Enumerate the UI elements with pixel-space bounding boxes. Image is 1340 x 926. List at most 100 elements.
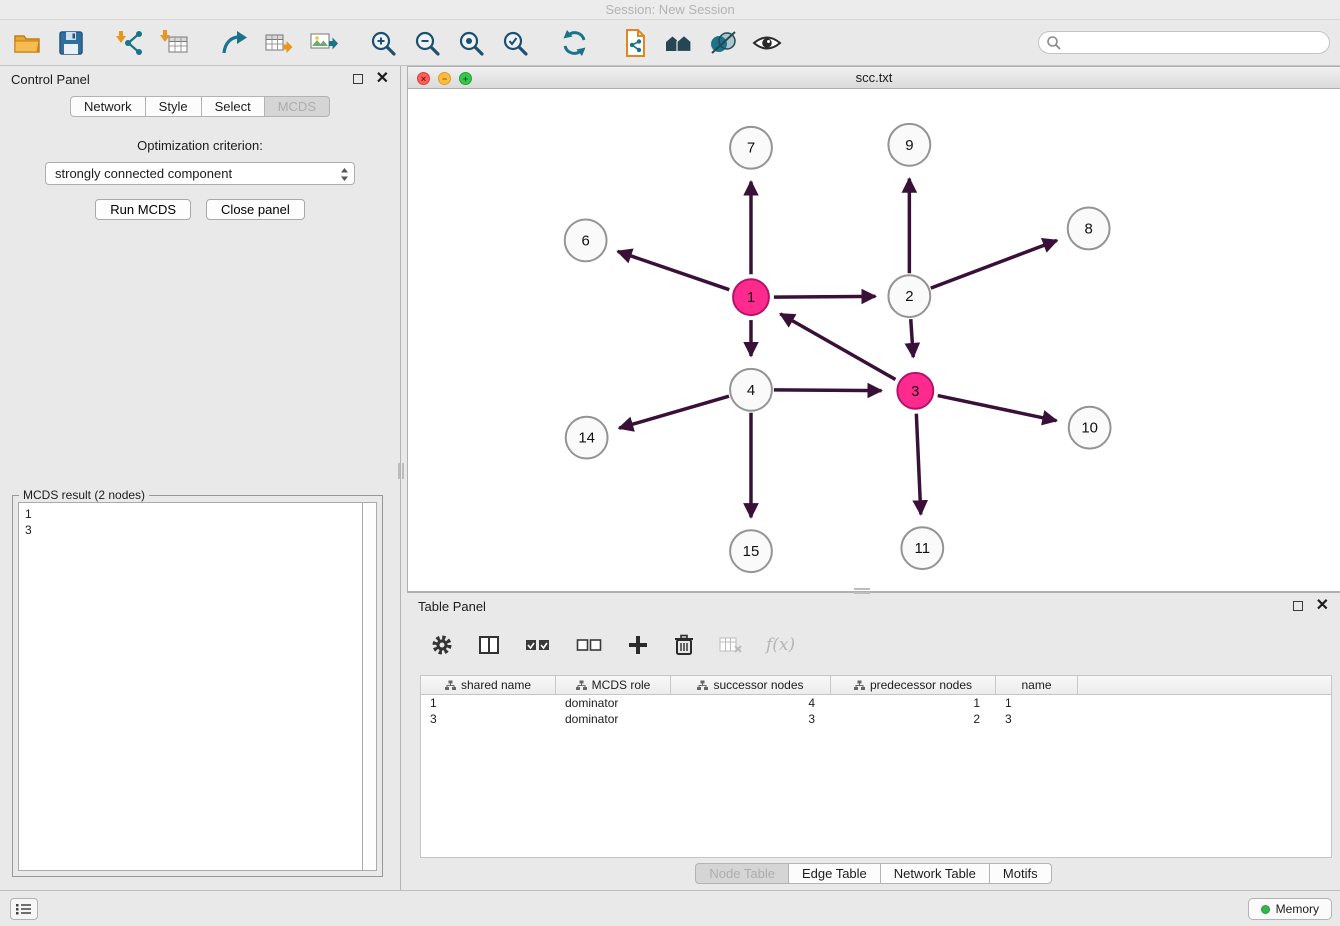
graph-node-6[interactable]: 6 (565, 219, 607, 261)
network-window-titlebar[interactable]: × − + scc.txt (408, 67, 1340, 89)
columns-icon (478, 634, 500, 656)
export-network-button[interactable] (218, 26, 252, 60)
column-header-mcds-role[interactable]: MCDS role (556, 676, 671, 694)
save-session-button[interactable] (54, 26, 88, 60)
import-network-button[interactable] (114, 26, 148, 60)
import-table-icon (160, 28, 190, 58)
close-panel-button[interactable]: Close panel (206, 199, 305, 220)
plus-icon (628, 635, 648, 655)
window-title: Session: New Session (605, 2, 734, 17)
window-titlebar: Session: New Session (0, 0, 1340, 20)
node-label: 2 (905, 288, 913, 305)
zoom-out-icon (413, 29, 441, 57)
float-table-panel-icon[interactable] (1293, 601, 1303, 611)
graph-node-1[interactable]: 1 (733, 279, 769, 315)
result-scrollbar[interactable] (362, 502, 377, 871)
deselect-all-columns-button[interactable] (574, 628, 604, 662)
run-mcds-button[interactable]: Run MCDS (95, 199, 191, 220)
graph-edge-3-1[interactable] (780, 314, 895, 380)
tab-select[interactable]: Select (202, 96, 265, 117)
graph-edge-1-6[interactable] (618, 251, 730, 289)
node-table: shared name MCDS role successor nodes pr… (420, 675, 1332, 858)
zoom-window-icon[interactable]: + (459, 72, 472, 85)
graph-edge-2-8[interactable] (931, 240, 1057, 288)
graph-edge-4-3[interactable] (774, 390, 882, 391)
graph-edge-4-14[interactable] (619, 396, 729, 428)
node-label: 7 (747, 140, 755, 157)
close-table-panel-icon[interactable]: ✕ (1316, 600, 1329, 612)
show-columns-button[interactable] (476, 628, 502, 662)
tab-network[interactable]: Network (70, 96, 146, 117)
graph-node-4[interactable]: 4 (730, 369, 772, 411)
delete-table-icon (719, 636, 743, 654)
graph-edge-3-11[interactable] (916, 414, 920, 515)
horizontal-splitter-grip[interactable] (854, 588, 870, 594)
zoom-fit-button[interactable] (454, 26, 488, 60)
graph-node-3[interactable]: 3 (897, 373, 933, 409)
home-button[interactable] (662, 26, 696, 60)
column-header-predecessor-nodes[interactable]: predecessor nodes (831, 676, 996, 694)
mcds-result-list[interactable]: 1 3 (18, 502, 362, 871)
graph-node-7[interactable]: 7 (730, 127, 772, 169)
column-label: MCDS role (592, 678, 651, 692)
zoom-out-button[interactable] (410, 26, 444, 60)
graph-node-2[interactable]: 2 (888, 275, 930, 317)
tab-node-table[interactable]: Node Table (695, 863, 789, 884)
graph-node-8[interactable]: 8 (1068, 208, 1110, 250)
open-session-button[interactable] (10, 26, 44, 60)
graph-edge-2-3[interactable] (911, 319, 913, 357)
graph-edge-1-2[interactable] (774, 296, 876, 297)
dropdown-selected-value: strongly connected component (55, 166, 232, 181)
cell-mcds-role: dominator (556, 712, 671, 726)
add-column-button[interactable] (625, 628, 651, 662)
column-header-name[interactable]: name (996, 676, 1078, 694)
import-table-button[interactable] (158, 26, 192, 60)
gear-icon (431, 634, 453, 656)
delete-table-button[interactable] (717, 628, 745, 662)
optimization-criterion-select[interactable]: strongly connected component (45, 162, 355, 185)
column-header-successor-nodes[interactable]: successor nodes (671, 676, 831, 694)
vertical-splitter-grip[interactable] (398, 463, 404, 479)
export-image-button[interactable] (306, 26, 340, 60)
column-header-shared-name[interactable]: shared name (421, 676, 556, 694)
graph-edge-3-10[interactable] (938, 396, 1057, 421)
zoom-selected-button[interactable] (498, 26, 532, 60)
export-table-button[interactable] (262, 26, 296, 60)
network-canvas[interactable]: 7 9 6 8 1 2 4 3 14 10 15 11 (408, 89, 1340, 591)
float-panel-icon[interactable] (353, 74, 363, 84)
tab-mcds[interactable]: MCDS (265, 96, 330, 117)
table-row[interactable]: 3 dominator 3 2 3 (421, 711, 1331, 727)
graph-node-9[interactable]: 9 (888, 124, 930, 166)
mcds-result-group: MCDS result (2 nodes) 1 3 (12, 495, 383, 877)
delete-column-button[interactable] (672, 628, 696, 662)
table-settings-button[interactable] (429, 628, 455, 662)
close-window-icon[interactable]: × (417, 72, 430, 85)
refresh-button[interactable] (558, 26, 592, 60)
show-details-button[interactable] (750, 26, 784, 60)
function-builder-button[interactable]: f(x) (766, 635, 795, 655)
search-input[interactable] (1038, 31, 1330, 54)
tab-network-table[interactable]: Network Table (881, 863, 990, 884)
graph-node-14[interactable]: 14 (566, 417, 608, 459)
select-all-columns-button[interactable] (523, 628, 553, 662)
memory-button[interactable]: Memory (1248, 898, 1332, 920)
zoom-in-button[interactable] (366, 26, 400, 60)
graph-node-15[interactable]: 15 (730, 530, 772, 572)
node-label: 10 (1081, 420, 1098, 437)
graph-node-10[interactable]: 10 (1069, 407, 1111, 449)
task-history-button[interactable] (10, 898, 38, 920)
minimize-window-icon[interactable]: − (438, 72, 451, 85)
cell-predecessor-nodes: 2 (831, 712, 996, 726)
table-header-row: shared name MCDS role successor nodes pr… (421, 676, 1331, 695)
tab-motifs[interactable]: Motifs (990, 863, 1052, 884)
style-venn-button[interactable] (706, 26, 740, 60)
network-document-button[interactable] (618, 26, 652, 60)
graph-node-11[interactable]: 11 (901, 527, 943, 569)
table-row[interactable]: 1 dominator 4 1 1 (421, 695, 1331, 711)
traffic-lights: × − + (417, 72, 472, 85)
tab-style[interactable]: Style (146, 96, 202, 117)
column-type-icon (576, 680, 587, 691)
zoom-fit-icon (457, 29, 485, 57)
close-panel-icon[interactable]: ✕ (376, 73, 389, 85)
tab-edge-table[interactable]: Edge Table (789, 863, 881, 884)
